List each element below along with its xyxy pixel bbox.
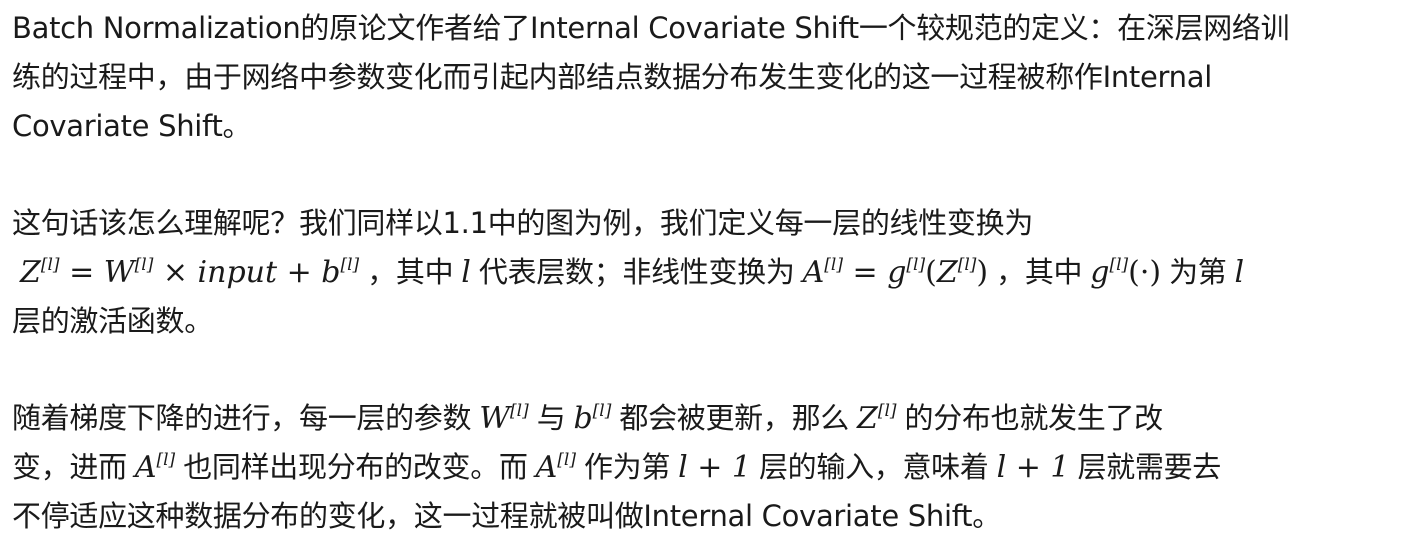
text-fragment: 也同样出现分布的改变。而 [183,450,528,484]
activation-symbol: A[l] [134,450,176,485]
z-symbol: Z[l] [856,401,897,436]
formula-line: 随着梯度下降的进行，每一层的参数 W[l] 与 b[l] 都会被更新，那么 Z[l] 的分布… [12,394,1400,443]
text-fragment: 都会被更新，那么 [619,401,849,435]
text-fragment: ，其中 [996,255,1083,289]
text-line: 这句话该怎么理解呢？我们同样以1.1中的图为例，我们定义每一层的线性变换为 [12,206,1034,240]
bias-symbol: b[l] [573,401,612,436]
paragraph-definition: Batch Normalization的原论文作者给了Internal Cova… [12,4,1400,151]
next-layer-symbol: l + 1 [678,450,751,485]
text-line: 练的过程中，由于网络中参数变化而引起内部结点数据分布发生变化的这一过程被称作In… [12,60,1212,94]
text-line: Covariate Shift。 [12,109,252,143]
activation-symbol: A[l] [535,450,576,485]
formula-line: 变，进而 A[l] 也同样出现分布的改变。而 A[l] 作为第 l + 1 层的输入，意味着… [12,443,1400,492]
text-fragment: 代表层数；非线性变换为 [478,255,795,289]
nonlinear-transform-formula: A[l] = g[l](Z[l]) [802,255,989,290]
linear-transform-formula: Z[l] = W[l] × input + b[l] [20,255,360,290]
text-fragment: 的分布也就发生了改 [904,401,1164,435]
text-fragment: 层就需要去 [1077,450,1221,484]
text-fragment: ，其中 [367,255,454,289]
formula-line: Z[l] = W[l] × input + b[l] ，其中 l 代表层数；非线性变换… [12,248,1400,297]
text-fragment: 变，进而 [12,450,127,484]
paragraph-covariate-shift: 随着梯度下降的进行，每一层的参数 W[l] 与 b[l] 都会被更新，那么 Z[l] 的分布… [12,394,1400,541]
text-fragment: 作为第 [583,450,671,484]
text-line: 层的激活函数。 [12,304,213,338]
text-fragment: 随着梯度下降的进行，每一层的参数 [12,401,472,435]
layer-symbol: l [461,255,471,290]
article-body: Batch Normalization的原论文作者给了Internal Cova… [12,4,1400,541]
activation-formula: g[l](·) [1090,255,1162,290]
paragraph-explanation: 这句话该怎么理解呢？我们同样以1.1中的图为例，我们定义每一层的线性变换为 Z[… [12,199,1400,346]
text-fragment: 与 [536,401,566,435]
text-line: Batch Normalization的原论文作者给了Internal Cova… [12,11,1290,45]
weight-symbol: W[l] [479,401,529,436]
layer-symbol: l [1234,255,1245,290]
text-line: 不停适应这种数据分布的变化，这一过程就被叫做Internal Covariate… [12,499,1001,533]
text-fragment: 层的输入，意味着 [758,450,989,484]
next-layer-symbol: l + 1 [996,450,1070,485]
text-fragment: 为第 [1169,255,1227,289]
